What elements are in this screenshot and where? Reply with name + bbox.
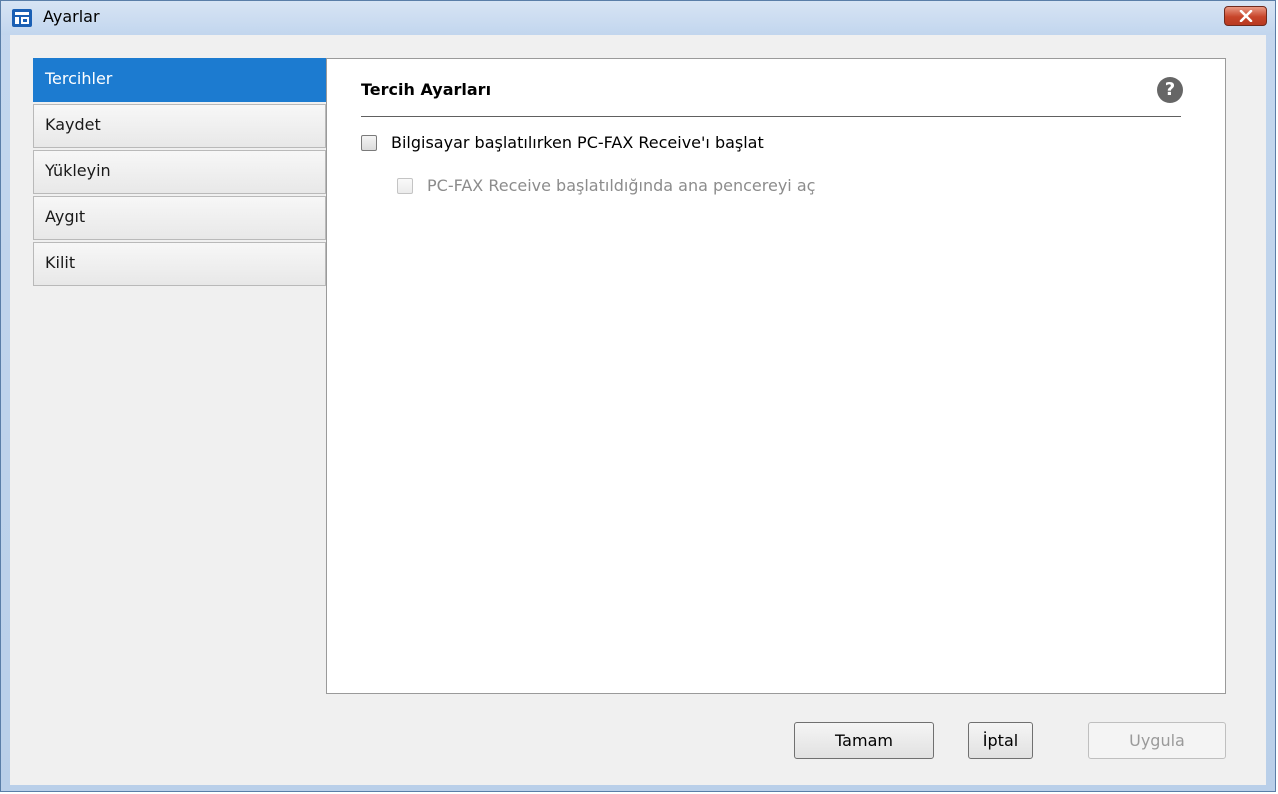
window-title: Ayarlar xyxy=(43,7,100,26)
dialog-body: Tercihler Kaydet Yükleyin Aygıt Kilit Te… xyxy=(10,35,1266,785)
close-button[interactable] xyxy=(1224,6,1267,26)
sidebar-item-tercihler[interactable]: Tercihler xyxy=(33,58,326,102)
settings-window: Ayarlar Tercihler Kaydet Yükleyin Aygıt … xyxy=(0,0,1276,792)
sidebar-item-label: Aygıt xyxy=(45,207,86,226)
sidebar-item-label: Kaydet xyxy=(45,115,101,134)
ok-button[interactable]: Tamam xyxy=(794,722,934,759)
sidebar-item-yukleyin[interactable]: Yükleyin xyxy=(33,150,326,194)
app-icon xyxy=(12,9,32,27)
apply-button: Uygula xyxy=(1088,722,1226,759)
sidebar: Tercihler Kaydet Yükleyin Aygıt Kilit xyxy=(33,58,326,288)
help-icon[interactable]: ? xyxy=(1157,77,1183,103)
sidebar-item-kaydet[interactable]: Kaydet xyxy=(33,104,326,148)
start-on-boot-label: Bilgisayar başlatılırken PC-FAX Receive'… xyxy=(391,133,764,152)
option-start-on-boot[interactable]: Bilgisayar başlatılırken PC-FAX Receive'… xyxy=(361,133,764,152)
sidebar-item-kilit[interactable]: Kilit xyxy=(33,242,326,286)
open-main-window-checkbox xyxy=(397,177,413,194)
sidebar-item-label: Kilit xyxy=(45,253,76,272)
title-bar[interactable]: Ayarlar xyxy=(1,1,1275,35)
cancel-button[interactable]: İptal xyxy=(968,722,1033,759)
start-on-boot-checkbox[interactable] xyxy=(361,134,377,151)
title-divider xyxy=(361,116,1181,117)
preferences-panel: Tercih Ayarları ? Bilgisayar başlatılırk… xyxy=(326,58,1226,694)
option-open-main-window: PC-FAX Receive başlatıldığında ana pence… xyxy=(397,176,815,195)
panel-title: Tercih Ayarları xyxy=(361,80,492,99)
sidebar-item-aygit[interactable]: Aygıt xyxy=(33,196,326,240)
sidebar-item-label: Tercihler xyxy=(45,69,113,88)
close-icon xyxy=(1239,10,1253,22)
open-main-window-label: PC-FAX Receive başlatıldığında ana pence… xyxy=(427,176,816,195)
sidebar-item-label: Yükleyin xyxy=(45,161,111,180)
